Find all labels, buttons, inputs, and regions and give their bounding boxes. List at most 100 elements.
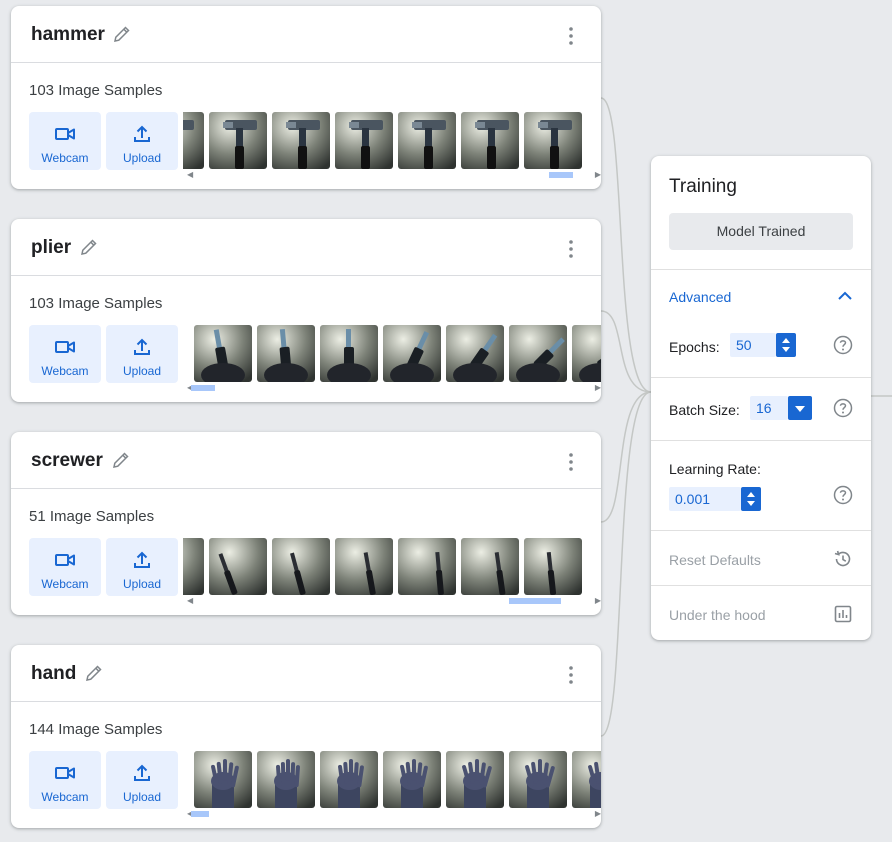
scrollbar-thumb[interactable] (508, 598, 561, 604)
scroll-right-icon[interactable]: ▶ (595, 384, 601, 392)
sample-thumbnail[interactable] (524, 112, 582, 169)
epochs-stepper[interactable] (776, 333, 796, 357)
sample-thumbnail[interactable] (509, 751, 567, 808)
pencil-icon[interactable] (84, 663, 104, 683)
thumbnail-scrollbar[interactable]: ◀▶ (183, 597, 601, 605)
sample-thumbnail[interactable] (272, 112, 330, 169)
learning-rate-stepper[interactable] (741, 487, 761, 511)
sample-thumbnail-strip[interactable] (183, 538, 601, 596)
upload-button[interactable]: Upload (106, 751, 178, 809)
divider (651, 530, 871, 531)
sample-thumbnail[interactable] (194, 325, 252, 382)
divider (651, 585, 871, 586)
more-vert-icon[interactable] (563, 26, 579, 46)
sample-thumbnail[interactable] (383, 751, 441, 808)
class-card-header: hammer (11, 6, 601, 63)
sample-count: 103 Image Samples (29, 295, 163, 312)
class-card-header: screwer (11, 432, 601, 489)
pencil-icon[interactable] (79, 237, 99, 257)
model-trained-button[interactable]: Model Trained (669, 213, 853, 250)
sample-thumbnail[interactable] (446, 751, 504, 808)
scrollbar-thumb[interactable] (191, 385, 216, 391)
scroll-left-icon[interactable]: ◀ (187, 171, 193, 179)
thumbnail-scrollbar[interactable]: ◀▶ (183, 384, 601, 392)
sample-thumbnail[interactable] (335, 112, 393, 169)
sample-thumbnail[interactable] (572, 325, 601, 382)
sample-thumbnail[interactable] (320, 325, 378, 382)
pencil-icon[interactable] (112, 24, 132, 44)
upload-button-label: Upload (122, 151, 162, 165)
upload-button[interactable]: Upload (106, 112, 178, 170)
help-icon[interactable] (833, 485, 853, 505)
more-vert-icon[interactable] (563, 452, 579, 472)
under-the-hood-button[interactable]: Under the hood (669, 607, 766, 623)
learning-rate-input[interactable]: 0.001 (669, 487, 741, 511)
upload-button-label: Upload (122, 364, 162, 378)
help-icon[interactable] (833, 335, 853, 355)
divider (651, 269, 871, 270)
sample-thumbnail[interactable] (461, 538, 519, 595)
epochs-label: Epochs: (669, 339, 720, 355)
webcam-button[interactable]: Webcam (29, 751, 101, 809)
class-card: screwer 51 Image Samples Webcam Upload ◀ ▶ (11, 432, 601, 615)
bar-chart-icon[interactable] (833, 604, 853, 624)
divider (651, 440, 871, 441)
more-vert-icon[interactable] (563, 239, 579, 259)
scroll-left-icon[interactable]: ◀ (187, 597, 193, 605)
history-icon[interactable] (833, 549, 853, 569)
sample-thumbnail[interactable] (572, 751, 601, 808)
sample-thumbnail[interactable] (383, 325, 441, 382)
sample-thumbnail-strip[interactable] (183, 751, 601, 809)
sample-thumbnail[interactable] (398, 112, 456, 169)
sample-thumbnail[interactable] (335, 538, 393, 595)
more-vert-icon[interactable] (563, 665, 579, 685)
sample-thumbnail[interactable] (524, 538, 582, 595)
sample-thumbnail[interactable] (398, 538, 456, 595)
webcam-button-label: Webcam (41, 151, 89, 165)
class-card-header: plier (11, 219, 601, 276)
sample-thumbnail[interactable] (446, 325, 504, 382)
batch-size-select[interactable]: 16 (750, 396, 788, 420)
help-icon[interactable] (833, 398, 853, 418)
advanced-toggle[interactable]: Advanced (669, 289, 731, 305)
sample-thumbnail[interactable] (209, 112, 267, 169)
class-name[interactable]: plier (31, 237, 71, 259)
sample-count: 103 Image Samples (29, 82, 163, 99)
sample-count: 144 Image Samples (29, 721, 163, 738)
webcam-button[interactable]: Webcam (29, 325, 101, 383)
sample-thumbnail[interactable] (272, 538, 330, 595)
sample-thumbnail-strip[interactable] (183, 325, 601, 383)
scroll-right-icon[interactable]: ▶ (595, 171, 601, 179)
webcam-button[interactable]: Webcam (29, 112, 101, 170)
class-name[interactable]: hand (31, 663, 76, 685)
scrollbar-thumb[interactable] (191, 811, 210, 817)
batch-size-dropdown[interactable] (788, 396, 812, 420)
scrollbar-thumb[interactable] (548, 172, 573, 178)
webcam-button[interactable]: Webcam (29, 538, 101, 596)
class-card: hand 144 Image Samples Webcam Upload ◀▶ (11, 645, 601, 828)
pencil-icon[interactable] (111, 450, 131, 470)
sample-thumbnail[interactable] (257, 325, 315, 382)
chevron-up-icon[interactable] (836, 287, 854, 303)
sample-thumbnail[interactable] (257, 751, 315, 808)
epochs-input[interactable]: 50 (730, 333, 776, 357)
sample-thumbnail[interactable] (194, 751, 252, 808)
scroll-right-icon[interactable]: ▶ (595, 810, 601, 818)
thumbnail-scrollbar[interactable]: ◀▶ (183, 810, 601, 818)
sample-thumbnail[interactable] (320, 751, 378, 808)
sample-thumbnail[interactable] (183, 538, 204, 595)
sample-thumbnail[interactable] (183, 112, 204, 169)
class-name[interactable]: hammer (31, 24, 105, 46)
webcam-button-label: Webcam (41, 577, 89, 591)
training-title: Training (669, 176, 737, 197)
class-name[interactable]: screwer (31, 450, 103, 472)
sample-thumbnail[interactable] (461, 112, 519, 169)
sample-thumbnail[interactable] (209, 538, 267, 595)
reset-defaults-button[interactable]: Reset Defaults (669, 552, 761, 568)
upload-button[interactable]: Upload (106, 538, 178, 596)
upload-button[interactable]: Upload (106, 325, 178, 383)
thumbnail-scrollbar[interactable]: ◀▶ (183, 171, 601, 179)
sample-thumbnail-strip[interactable] (183, 112, 601, 170)
sample-thumbnail[interactable] (509, 325, 567, 382)
scroll-right-icon[interactable]: ▶ (595, 597, 601, 605)
